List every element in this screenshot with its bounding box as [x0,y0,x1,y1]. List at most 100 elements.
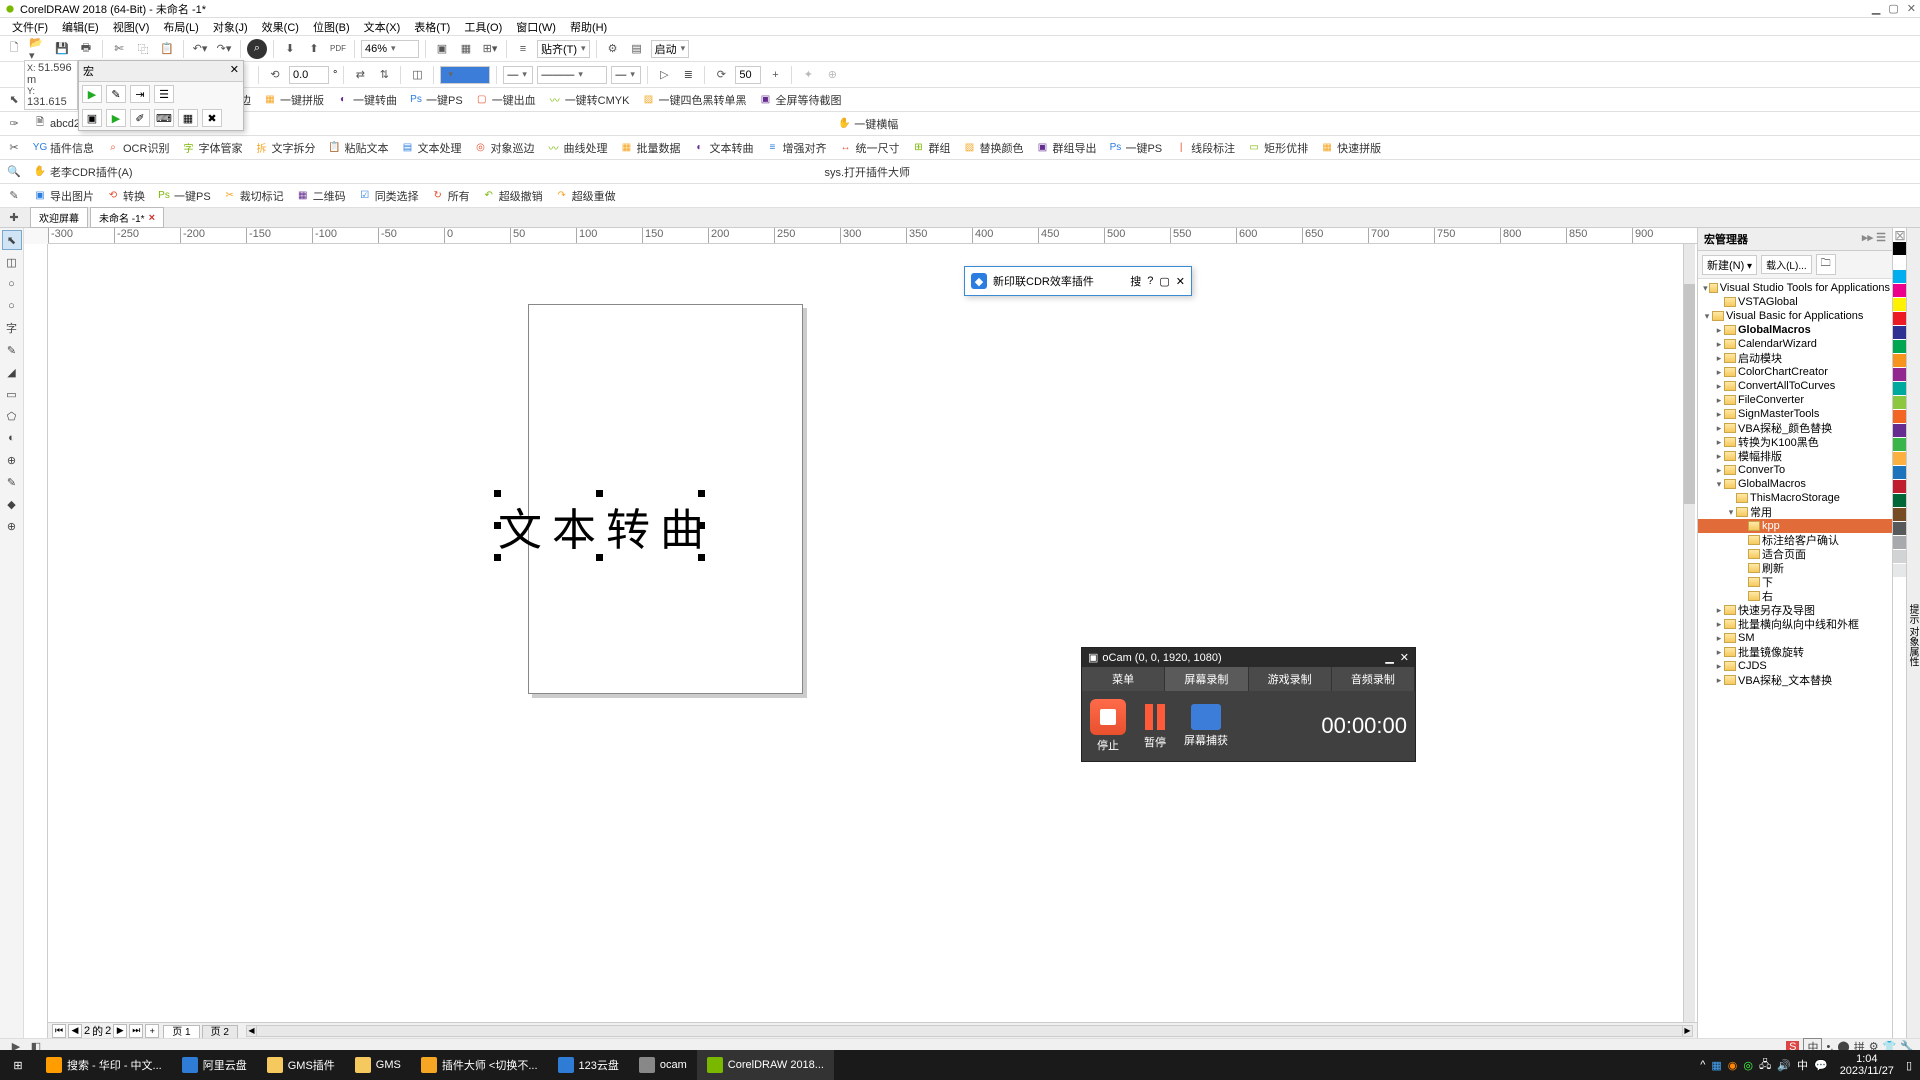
docker-tab-hints[interactable]: 提示 对象属性 [1906,228,1920,1038]
mirror-v-button[interactable]: ⇅ [374,65,394,85]
line-start-combo[interactable]: — [503,66,533,84]
ocam-capture-button[interactable]: 屏幕捕获 [1184,704,1228,748]
sys-open-plugin[interactable]: sys.打开插件大师 [822,164,914,180]
mirror-h-button[interactable]: ⇄ [350,65,370,85]
undo-button[interactable]: ↶▾ [190,39,210,59]
laoli-plugin[interactable]: ✋ 老李CDR插件(A) [30,164,136,180]
tool-6[interactable]: ◢ [2,362,22,382]
taskbar-item[interactable]: 123云盘 [548,1050,629,1080]
plugin-文本转曲[interactable]: ◐文本转曲 [689,140,756,156]
tree-item[interactable]: ▸批量横向纵向中线和外框 [1698,617,1892,631]
plugin-一键四色黑转单黑[interactable]: ▨一键四色黑转单黑 [638,92,749,108]
tree-item[interactable]: ▸FileConverter [1698,393,1892,407]
color-swatch[interactable] [1893,270,1907,284]
selection-handle[interactable] [698,490,705,497]
doc-tab-close[interactable]: × [149,212,155,224]
tool-8[interactable]: ⬠ [2,406,22,426]
menu-对象(J)[interactable]: 对象(J) [207,19,254,35]
tool-2[interactable]: ○ [2,274,22,294]
plugin-help-button[interactable]: ? [1147,275,1153,287]
plugin-群组导出[interactable]: ▣群组导出 [1032,140,1099,156]
plugin-search-button[interactable]: 搜 [1130,273,1141,289]
tree-item[interactable]: ▸启动模块 [1698,351,1892,365]
page-first[interactable]: ⏮ [52,1024,66,1038]
tree-item[interactable]: 下 [1698,575,1892,589]
macro-grid-button[interactable]: ▦ [178,109,198,127]
macro-assign-button[interactable]: ⌨ [154,109,174,127]
align-combo[interactable]: 贴齐(T) [537,40,590,58]
selection-handle[interactable] [494,522,501,529]
tray-notif-icon[interactable]: ▯ [1906,1059,1912,1072]
panel-menu-icon[interactable]: ▸▸ ☰ [1862,231,1886,247]
color-swatch[interactable] [1893,242,1907,256]
menu-文本(X)[interactable]: 文本(X) [358,19,407,35]
angle-input[interactable] [289,66,329,84]
ocam-tab-3[interactable]: 音频录制 [1332,667,1415,691]
menu-窗口(W)[interactable]: 窗口(W) [510,19,562,35]
plugin-增强对齐[interactable]: ≡增强对齐 [762,140,829,156]
taskbar-item[interactable]: 插件大师 <切换不... [411,1050,548,1080]
tree-item[interactable]: ▸ColorChartCreator [1698,365,1892,379]
tool-13[interactable]: ⊕ [2,516,22,536]
tree-item[interactable]: ▸SM [1698,631,1892,645]
macro-load-button[interactable]: 载入(L)... [1761,255,1812,274]
plugin-字体管家[interactable]: 字字体管家 [178,140,245,156]
color-swatch[interactable] [1893,438,1907,452]
spin-input[interactable] [735,66,761,84]
plugin-一键转CMYK[interactable]: 〰一键转CMYK [545,92,633,108]
plugin-float-window[interactable]: ◆ 新印联CDR效率插件 搜 ? ▢ ✕ [964,266,1192,296]
launch-combo[interactable]: 启动 [651,40,690,58]
taskbar-item[interactable]: 阿里云盘 [172,1050,257,1080]
plugin-所有[interactable]: ↻所有 [428,188,473,204]
cut-button[interactable]: ✄ [109,39,129,59]
tree-item[interactable]: ▸批量镜像旋转 [1698,645,1892,659]
macro-step-button[interactable]: ⇥ [130,85,150,103]
wrap-button[interactable]: ▷ [654,65,674,85]
plugin-OCR识别[interactable]: ⌕OCR识别 [103,140,172,156]
plugin-一键出血[interactable]: ▢一键出血 [472,92,539,108]
tray-msg-icon[interactable]: 💬 [1814,1059,1828,1072]
color-swatch[interactable] [1893,508,1907,522]
tree-item[interactable]: 标注给客户确认 [1698,533,1892,547]
taskbar-item[interactable]: GMS [345,1050,411,1080]
menu-文件(F)[interactable]: 文件(F) [6,19,54,35]
tree-item[interactable]: ▸VBA探秘_文本替换 [1698,673,1892,687]
page-add[interactable]: + [145,1024,159,1038]
plugin-矩形优排[interactable]: ▭矩形优排 [1244,140,1311,156]
macro-edit2-button[interactable]: ✐ [130,109,150,127]
color-swatch[interactable] [1893,284,1907,298]
plugin-一键PS[interactable]: Ps一键PS [154,188,214,204]
align-button[interactable]: ≡ [513,39,533,59]
close-button[interactable]: ✕ [1907,2,1916,15]
color-swatch[interactable] [1893,466,1907,480]
macro-rec-button[interactable]: ▣ [82,109,102,127]
plugin-max-button[interactable]: ▢ [1159,275,1169,288]
freehand-tool-mini[interactable]: ✎ [4,186,24,206]
shape-tool-mini[interactable]: ✑ [4,114,24,134]
plugin-全屏等待截图[interactable]: ▣全屏等待截图 [755,92,844,108]
tool-7[interactable]: ▭ [2,384,22,404]
plugin-超级撤销[interactable]: ↶超级撤销 [479,188,546,204]
selection-handle[interactable] [494,490,501,497]
canvas[interactable]: 文本转曲 [48,244,1697,1022]
line-style-combo[interactable]: ——— [537,66,607,84]
plugin-close-button[interactable]: ✕ [1176,275,1185,288]
new-doc-button[interactable]: 🗋 [4,39,24,59]
plugin-群组[interactable]: ⊞群组 [908,140,953,156]
macro-popup-close[interactable]: ✕ [230,63,239,79]
line-end-combo[interactable]: — [611,66,641,84]
pdf-button[interactable]: PDF [328,39,348,59]
plugin-批量数据[interactable]: ▦批量数据 [616,140,683,156]
tree-item[interactable]: 刷新 [1698,561,1892,575]
import-button[interactable]: ⬇ [280,39,300,59]
plugin-文本处理[interactable]: ▤文本处理 [397,140,464,156]
plugin-同类选择[interactable]: ☑同类选择 [355,188,422,204]
search-button[interactable]: ⌕ [247,39,267,59]
tree-item[interactable]: 右 [1698,589,1892,603]
tree-item[interactable]: ▸ConverTo [1698,463,1892,477]
ocam-tab-0[interactable]: 菜单 [1082,667,1165,691]
open-button[interactable]: 📂▾ [28,39,48,59]
ocam-tab-1[interactable]: 屏幕录制 [1165,667,1248,691]
tree-item[interactable]: ▸模幅排版 [1698,449,1892,463]
tray-up-icon[interactable]: ^ [1700,1059,1705,1071]
